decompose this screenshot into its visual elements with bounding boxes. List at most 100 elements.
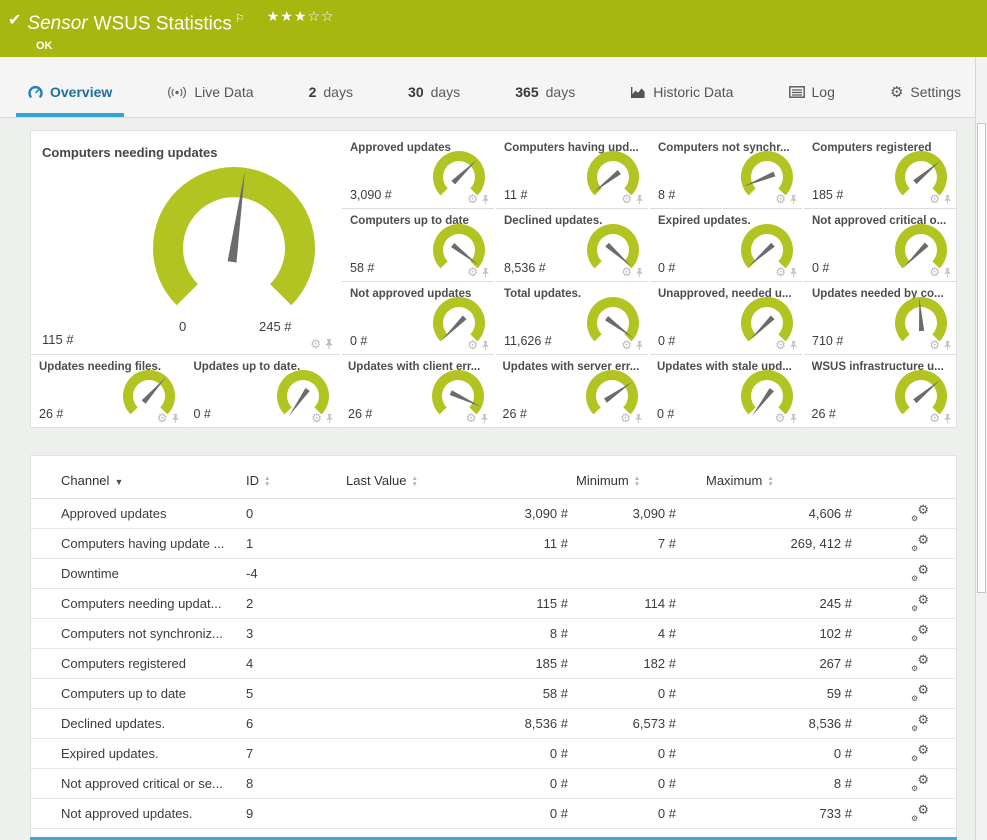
tab-30-days[interactable]: 30 days [396,57,472,117]
gauge-settings-gear-icon[interactable]: ⚙ [775,266,786,278]
channel-name[interactable]: Downtime [61,566,119,581]
tab-2-days[interactable]: 2 days [297,57,365,117]
tab-30-days-number: 30 [408,84,424,100]
channel-maximum: 4,606 # [706,498,884,528]
gauge-pin-icon[interactable] [943,413,952,424]
channel-name[interactable]: Approved updates [61,506,167,521]
table-row: Expired updates. 7 0 # 0 # 0 # ⚙⚙ [31,738,956,768]
column-header-id[interactable]: ID▲▼ [246,464,346,498]
channel-settings-icon[interactable]: ⚙⚙ [911,654,929,670]
channel-name[interactable]: Not approved critical or se... [61,776,223,791]
channel-settings-icon[interactable]: ⚙⚙ [911,594,929,610]
channel-settings-icon[interactable]: ⚙⚙ [911,564,929,580]
gauge-pin-icon[interactable] [789,194,798,205]
gauge-settings-gear-icon[interactable]: ⚙ [466,412,477,424]
channel-settings-icon[interactable]: ⚙⚙ [911,714,929,730]
gauge-pin-icon[interactable] [635,267,644,278]
gauge-pin-icon[interactable] [481,194,490,205]
gauges-panel: Computers needing updates 0 245 # 115 # … [30,130,957,428]
gauge-settings-gear-icon[interactable]: ⚙ [467,339,478,351]
column-header-minimum[interactable]: Minimum▲▼ [576,464,706,498]
gauge-pin-icon[interactable] [789,413,798,424]
gauge-settings-gear-icon[interactable]: ⚙ [620,412,631,424]
gauge-settings-gear-icon[interactable]: ⚙ [621,339,632,351]
column-header-last-value[interactable]: Last Value▲▼ [346,464,576,498]
gauge-pin-icon[interactable] [943,340,952,351]
tab-historic-data[interactable]: Historic Data [618,57,745,117]
gauge-pin-icon[interactable] [171,413,180,424]
gauge-pin-icon[interactable] [789,267,798,278]
channel-last-value: 0 # [346,798,576,828]
gauge-settings-gear-icon[interactable]: ⚙ [929,339,940,351]
gauge-pin-icon[interactable] [324,338,334,350]
gauge-value: 8,536 # [504,261,546,275]
channel-settings-icon[interactable]: ⚙⚙ [911,774,929,790]
column-header-channel[interactable]: Channel▼ [31,464,246,498]
gauge-value: 58 # [350,261,374,275]
channel-minimum: 0 # [576,768,706,798]
channel-name[interactable]: Declined updates. [61,716,165,731]
tab-settings[interactable]: ⚙ Settings [878,57,973,117]
table-row: Computers not synchroniz... 3 8 # 4 # 10… [31,618,956,648]
channel-settings-icon[interactable]: ⚙⚙ [911,804,929,820]
gauge-settings-gear-icon[interactable]: ⚙ [929,412,940,424]
tab-log[interactable]: Log [777,57,847,117]
tab-2-days-number: 2 [309,84,317,100]
gauge-settings-gear-icon[interactable]: ⚙ [775,193,786,205]
gauge-settings-gear-icon[interactable]: ⚙ [775,412,786,424]
gauge-pin-icon[interactable] [480,413,489,424]
gauge-value: 26 # [812,407,836,421]
channel-name[interactable]: Expired updates. [61,746,159,761]
table-row: Computers needing updat... 2 115 # 114 #… [31,588,956,618]
gauge-settings-gear-icon[interactable]: ⚙ [775,339,786,351]
channel-name[interactable]: Computers up to date [61,686,186,701]
sort-icon: ▲▼ [264,476,270,488]
gauge-pin-icon[interactable] [481,267,490,278]
gauge-settings-gear-icon[interactable]: ⚙ [467,193,478,205]
gauge-settings-gear-icon[interactable]: ⚙ [467,266,478,278]
gauge-tile: Unapproved, needed u... 0 # ⚙ [650,282,802,355]
scrollbar-thumb[interactable] [977,123,986,593]
channel-name[interactable]: Computers having update ... [61,536,224,551]
gauge-settings-gear-icon[interactable]: ⚙ [157,412,168,424]
flag-icon[interactable]: ⚐ [235,13,245,25]
channel-settings-icon[interactable]: ⚙⚙ [911,624,929,640]
channel-maximum: 8 # [706,768,884,798]
channel-name[interactable]: Computers registered [61,656,186,671]
gauge-pin-icon[interactable] [943,267,952,278]
channel-settings-icon[interactable]: ⚙⚙ [911,684,929,700]
vertical-scrollbar[interactable] [975,57,987,840]
tab-365-days[interactable]: 365 days [503,57,587,117]
channel-settings-icon[interactable]: ⚙⚙ [911,534,929,550]
gauge-pin-icon[interactable] [481,340,490,351]
gauge-settings-gear-icon[interactable]: ⚙ [929,193,940,205]
priority-stars[interactable]: ★★★☆☆ [267,8,335,25]
channel-last-value: 58 # [346,678,576,708]
gauge-settings-gear-icon[interactable]: ⚙ [621,266,632,278]
channel-minimum: 3,090 # [576,498,706,528]
tab-365-days-number: 365 [515,84,538,100]
gauge-pin-icon[interactable] [325,413,334,424]
gauge-settings-gear-icon[interactable]: ⚙ [621,193,632,205]
channel-settings-icon[interactable]: ⚙⚙ [911,504,929,520]
channel-settings-icon[interactable]: ⚙⚙ [911,744,929,760]
channel-name[interactable]: Not approved updates. [61,806,193,821]
channel-last-value [346,558,576,588]
gauge-tile: Expired updates. 0 # ⚙ [650,209,802,282]
channel-name[interactable]: Computers needing updat... [61,596,221,611]
tab-live-data[interactable]: Live Data [155,57,265,117]
gauge-value: 0 # [658,334,675,348]
gauge-pin-icon[interactable] [635,194,644,205]
gauge-pin-icon[interactable] [635,340,644,351]
gauge-pin-icon[interactable] [789,340,798,351]
gauge-pin-icon[interactable] [634,413,643,424]
tab-overview[interactable]: Overview [16,57,124,117]
gauge-pin-icon[interactable] [943,194,952,205]
gauge-settings-gear-icon[interactable]: ⚙ [929,266,940,278]
gauge-settings-gear-icon[interactable]: ⚙ [310,338,321,350]
column-header-maximum[interactable]: Maximum▲▼ [706,464,884,498]
channel-name[interactable]: Computers not synchroniz... [61,626,223,641]
channel-last-value: 0 # [346,768,576,798]
channel-id: 3 [246,618,346,648]
gauge-settings-gear-icon[interactable]: ⚙ [311,412,322,424]
